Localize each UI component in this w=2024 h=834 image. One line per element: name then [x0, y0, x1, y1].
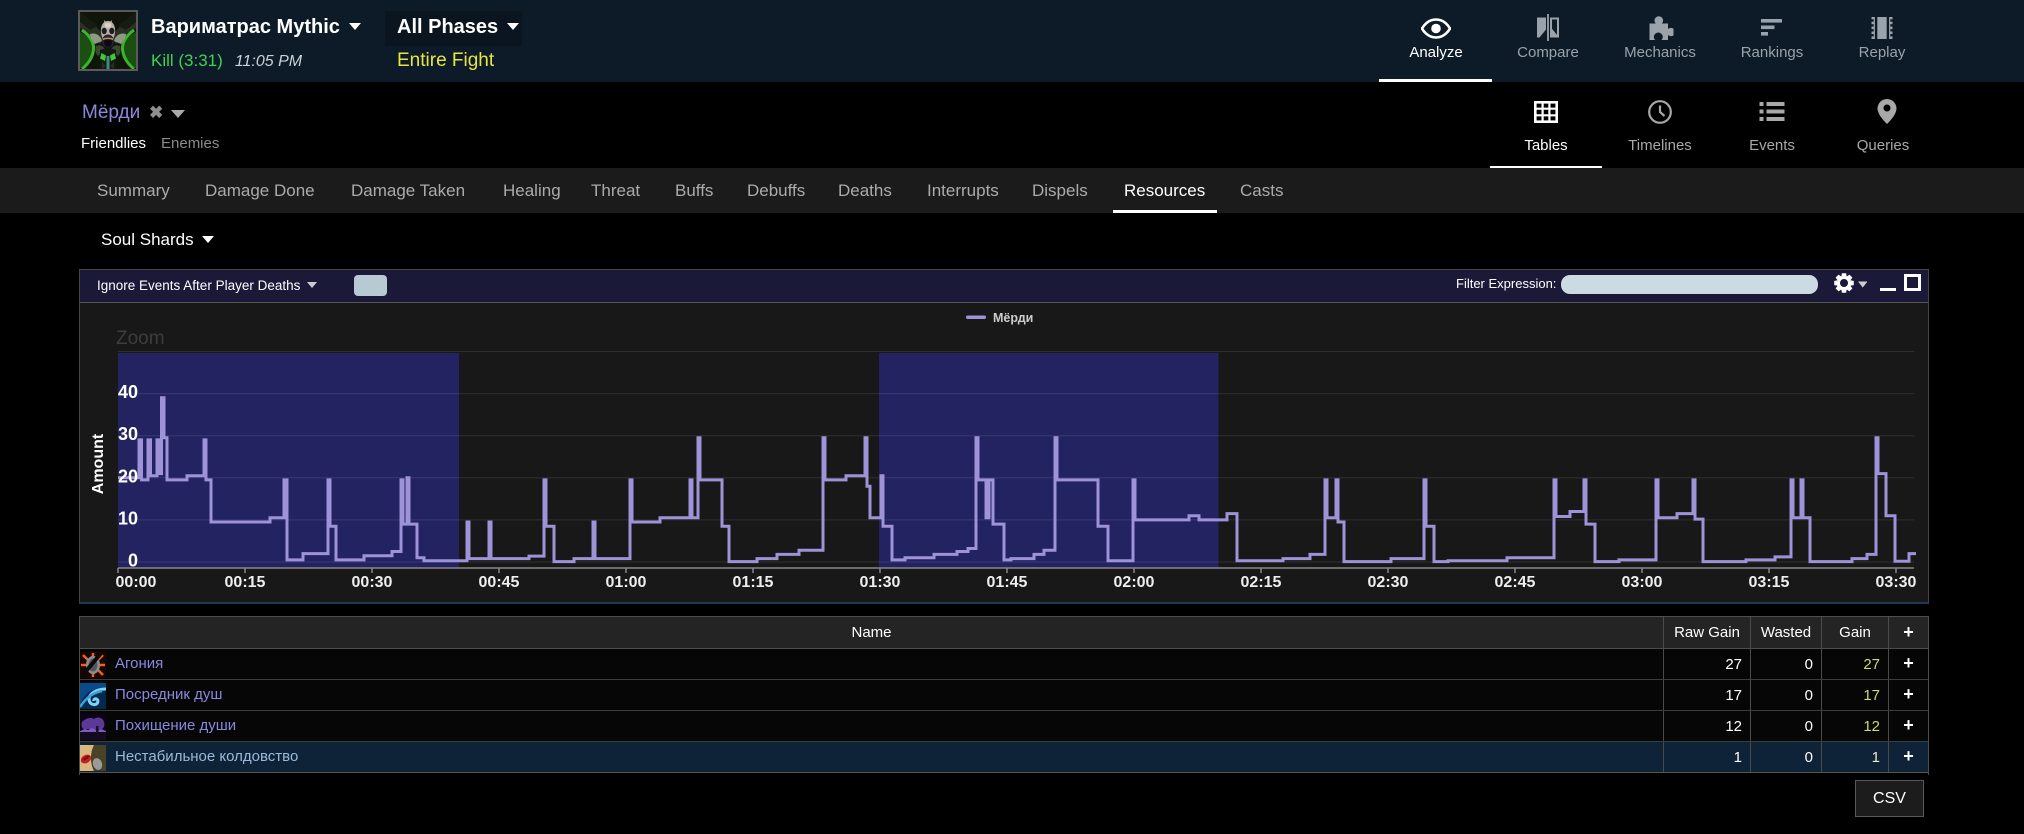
- svg-text:01:45: 01:45: [987, 574, 1028, 591]
- svg-text:00:45: 00:45: [479, 574, 520, 591]
- svg-text:40: 40: [118, 382, 138, 402]
- svg-text:00:00: 00:00: [116, 574, 157, 591]
- svg-text:Amount: Amount: [90, 433, 107, 494]
- svg-text:Zoom: Zoom: [116, 328, 165, 349]
- svg-text:03:30: 03:30: [1876, 574, 1917, 591]
- svg-text:0: 0: [128, 551, 138, 571]
- svg-text:30: 30: [118, 424, 138, 444]
- svg-text:02:15: 02:15: [1241, 574, 1282, 591]
- svg-text:02:45: 02:45: [1495, 574, 1536, 591]
- svg-text:02:30: 02:30: [1368, 574, 1409, 591]
- svg-text:01:30: 01:30: [860, 574, 901, 591]
- svg-text:03:00: 03:00: [1622, 574, 1663, 591]
- svg-text:03:15: 03:15: [1749, 574, 1790, 591]
- svg-text:01:15: 01:15: [733, 574, 774, 591]
- svg-text:00:30: 00:30: [352, 574, 393, 591]
- svg-text:20: 20: [118, 466, 138, 486]
- svg-text:02:00: 02:00: [1114, 574, 1155, 591]
- svg-text:Мёрди: Мёрди: [993, 311, 1033, 325]
- svg-text:10: 10: [118, 508, 138, 528]
- svg-text:00:15: 00:15: [225, 574, 266, 591]
- svg-text:01:00: 01:00: [606, 574, 647, 591]
